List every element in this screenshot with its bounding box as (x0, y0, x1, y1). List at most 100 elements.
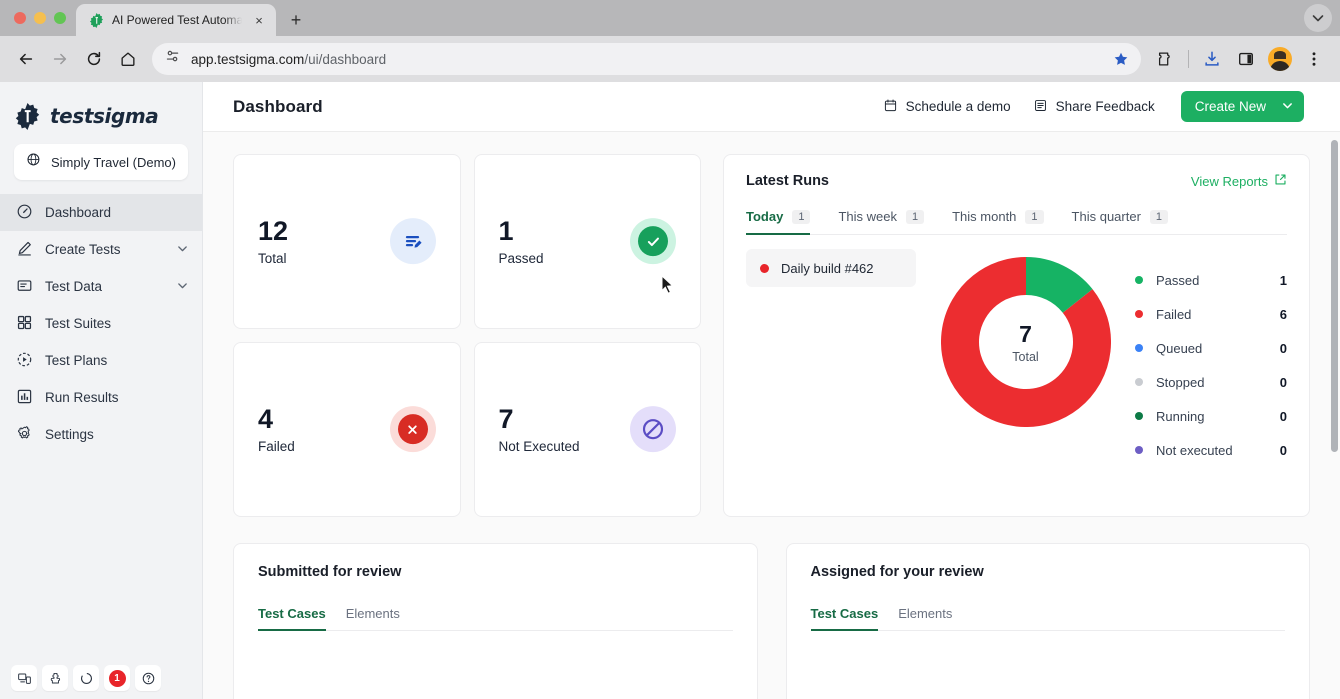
tab-count: 1 (1025, 209, 1044, 224)
legend-value: 6 (1279, 306, 1287, 322)
stat-label: Not Executed (498, 439, 580, 455)
schedule-demo-button[interactable]: Schedule a demo (883, 98, 1011, 116)
sidebar-item-settings[interactable]: Settings (0, 416, 202, 453)
toolbar-divider (1188, 50, 1189, 68)
loading-ring-icon[interactable] (73, 665, 99, 691)
stat-cards: 12 Total 1 Passed 4 Failed 7 Not Execute… (233, 154, 701, 517)
address-bar-url: app.testsigma.com/ui/dashboard (191, 52, 386, 67)
latest-runs-body: Daily build #462 7 Total Passed 1 Failed… (746, 249, 1287, 467)
panel-title: Submitted for review (258, 564, 402, 580)
x-icon (389, 406, 436, 453)
app-logo[interactable]: testsigma (0, 82, 202, 134)
chevron-down-icon[interactable] (177, 243, 188, 257)
back-icon[interactable] (10, 43, 42, 75)
star-icon[interactable] (1107, 45, 1135, 73)
sidebar-item-label: Settings (45, 427, 94, 442)
sidebar-item-create-tests[interactable]: Create Tests (0, 231, 202, 268)
panel-tabs: Test Cases Elements (258, 606, 733, 631)
browser-tab-title: AI Powered Test Automation P (112, 13, 242, 27)
legend-value: 0 (1279, 374, 1287, 390)
donut-total-label: Total (1012, 349, 1039, 364)
chevron-down-icon[interactable] (1282, 99, 1293, 114)
view-reports-label: View Reports (1190, 173, 1268, 189)
site-settings-icon[interactable] (164, 48, 181, 70)
forward-icon[interactable] (44, 43, 76, 75)
sidebar-item-test-data[interactable]: Test Data (0, 268, 202, 305)
runs-list: Daily build #462 (746, 249, 916, 467)
view-reports-link[interactable]: View Reports (1191, 173, 1287, 189)
sidebar-item-dashboard[interactable]: Dashboard (0, 194, 202, 231)
window-controls (10, 0, 76, 36)
extensions-icon[interactable] (1149, 43, 1181, 75)
blocked-icon (630, 406, 676, 453)
share-feedback-button[interactable]: Share Feedback (1033, 98, 1155, 116)
stat-label: Total (258, 251, 287, 267)
browser-tab[interactable]: AI Powered Test Automation P × (76, 4, 276, 36)
sidebar: testsigma Simply Travel (Demo) Dashboard… (0, 82, 203, 699)
vertical-scrollbar[interactable] (1331, 140, 1338, 452)
dashboard-bottom-row: Submitted for review Test Cases Elements… (233, 543, 1310, 699)
stat-card-passed[interactable]: 1 Passed (473, 154, 701, 329)
address-bar[interactable]: app.testsigma.com/ui/dashboard (152, 43, 1141, 75)
stat-card-failed[interactable]: 4 Failed (233, 342, 461, 517)
legend-dot (1135, 378, 1143, 386)
legend-dot (1135, 446, 1143, 454)
sidebar-item-test-plans[interactable]: Test Plans (0, 342, 202, 379)
tab-this-week[interactable]: This week 1 (838, 209, 925, 234)
tab-this-month[interactable]: This month 1 (952, 209, 1044, 234)
legend-dot (1135, 412, 1143, 420)
window-close-button[interactable] (14, 12, 26, 24)
devices-icon[interactable] (11, 665, 37, 691)
project-selector[interactable]: Simply Travel (Demo) (14, 144, 188, 180)
list-item[interactable]: Daily build #462 (746, 249, 916, 287)
reload-icon[interactable] (78, 43, 110, 75)
tab-close-icon[interactable]: × (250, 11, 268, 29)
notification-badge: 1 (108, 669, 126, 687)
new-tab-button[interactable]: + (282, 6, 310, 34)
tab-today[interactable]: Today 1 (746, 209, 811, 235)
sidebar-item-label: Test Suites (45, 316, 112, 331)
tab-search-button[interactable] (1304, 4, 1332, 32)
tab-test-cases[interactable]: Test Cases (810, 606, 878, 631)
globe-icon (26, 152, 42, 173)
window-minimize-button[interactable] (34, 12, 46, 24)
legend-value: 1 (1279, 272, 1287, 288)
notification-icon[interactable]: 1 (104, 665, 130, 691)
create-new-label: Create New (1194, 99, 1266, 114)
window-maximize-button[interactable] (54, 12, 66, 24)
download-icon[interactable] (1196, 43, 1228, 75)
calendar-icon (883, 98, 898, 116)
side-panel-icon[interactable] (1230, 43, 1262, 75)
puzzle-icon[interactable] (42, 665, 68, 691)
stat-card-not-executed[interactable]: 7 Not Executed (473, 342, 701, 517)
legend-dot (1135, 276, 1143, 284)
panel-title: Assigned for your review (810, 564, 984, 580)
stat-label: Passed (498, 251, 544, 267)
tab-elements[interactable]: Elements (898, 606, 952, 630)
profile-avatar[interactable] (1264, 43, 1296, 75)
tab-label: This month (952, 209, 1017, 224)
legend-label: Not executed (1156, 442, 1233, 458)
help-icon[interactable] (135, 665, 161, 691)
stat-card-total[interactable]: 12 Total (233, 154, 461, 329)
tab-label: This week (838, 209, 897, 224)
url-domain: app.testsigma.com (191, 51, 305, 67)
donut-legend: Passed 1 Failed 6 Queued 0 Stopped 0 Run… (1135, 249, 1287, 467)
tab-elements[interactable]: Elements (346, 606, 400, 630)
sidebar-item-run-results[interactable]: Run Results (0, 379, 202, 416)
tab-label: Today (746, 209, 784, 224)
home-icon[interactable] (112, 43, 144, 75)
url-path: /ui/dashboard (304, 51, 387, 67)
sidebar-item-test-suites[interactable]: Test Suites (0, 305, 202, 342)
project-name: Simply Travel (Demo) (51, 154, 176, 170)
chevron-down-icon[interactable] (177, 280, 188, 294)
create-new-button[interactable]: Create New (1180, 91, 1304, 122)
panel-tabs: Test Cases Elements (810, 606, 1285, 631)
tab-count: 1 (905, 209, 925, 224)
stat-value: 7 (498, 403, 514, 434)
sidebar-item-label: Test Data (45, 279, 103, 294)
tab-this-quarter[interactable]: This quarter 1 (1072, 209, 1169, 234)
more-menu-icon[interactable] (1298, 43, 1330, 75)
header-actions: Schedule a demo Share Feedback Create Ne… (883, 91, 1304, 122)
tab-test-cases[interactable]: Test Cases (258, 606, 326, 631)
